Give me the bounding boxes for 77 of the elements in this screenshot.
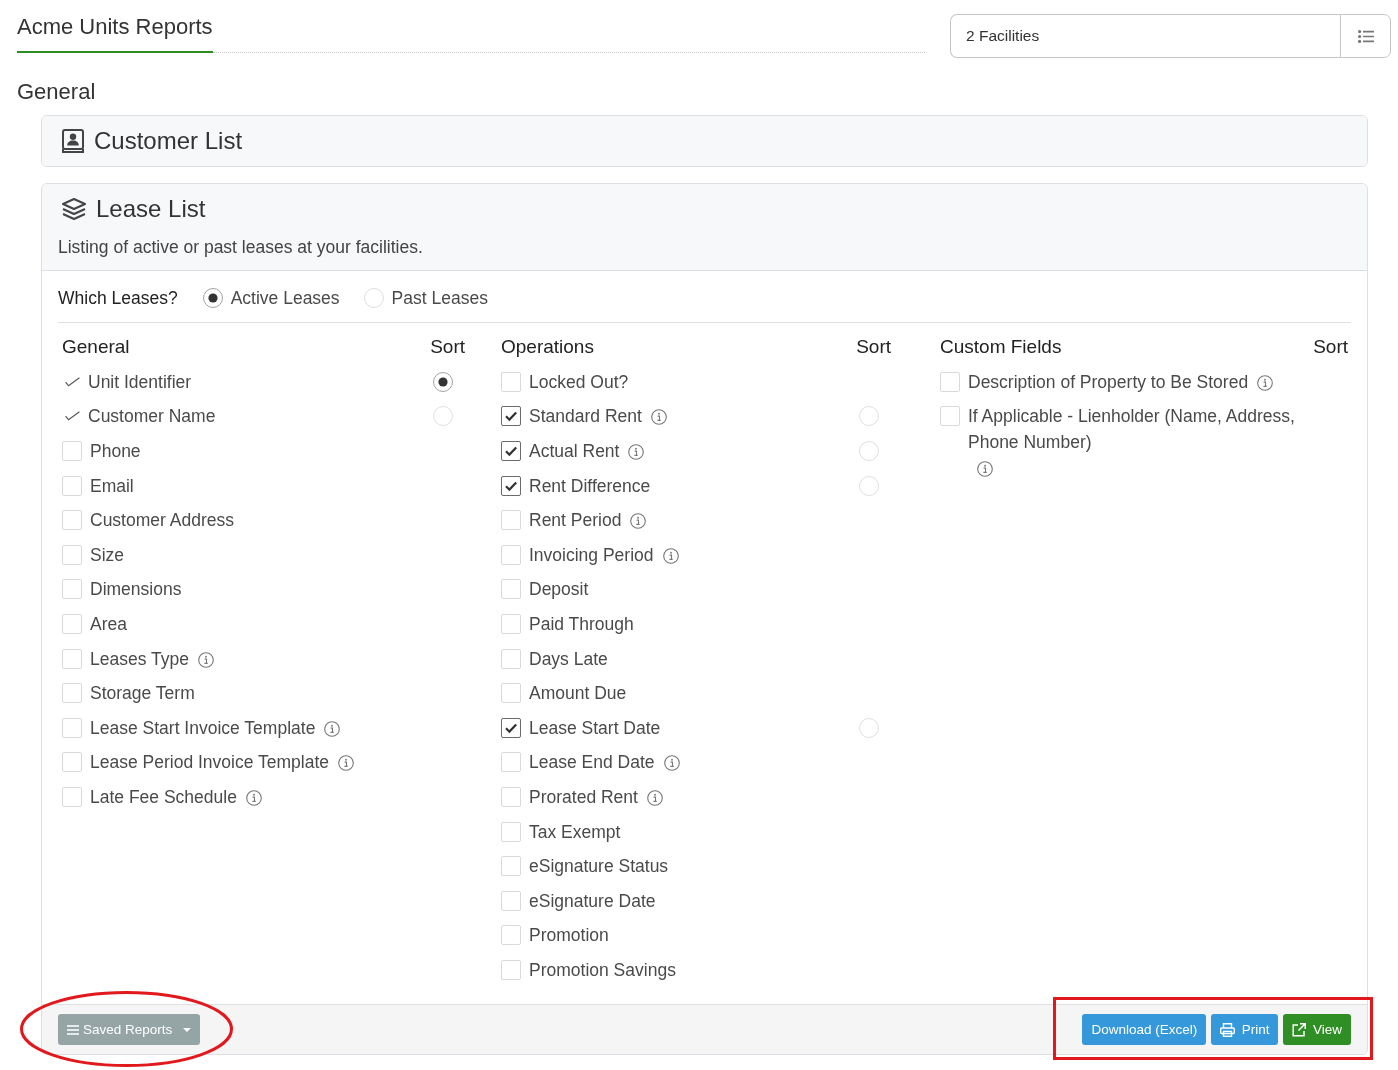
info-icon[interactable] [663, 755, 680, 772]
info-icon[interactable] [628, 444, 645, 461]
printer-icon [1219, 1022, 1235, 1037]
field-label[interactable]: eSignature Status [529, 853, 669, 880]
field-label[interactable]: Dimensions [90, 576, 182, 603]
field-label[interactable]: Lease Start Date [529, 714, 661, 741]
info-icon[interactable] [338, 755, 354, 772]
section-title: General [17, 78, 97, 106]
radio-label[interactable]: Past Leases [391, 285, 488, 311]
check-icon [65, 411, 80, 422]
report-title[interactable]: Lease List [96, 194, 206, 224]
info-icon[interactable] [977, 461, 993, 478]
report-description: Listing of active or past leases at your facilities. [58, 236, 424, 259]
field-label[interactable]: Customer Address [90, 507, 234, 534]
field-label[interactable]: Promotion Savings [529, 957, 676, 983]
field-label[interactable]: Lease End Date [529, 749, 655, 776]
external-link-icon [1291, 1022, 1306, 1037]
checkbox[interactable] [501, 441, 521, 462]
info-icon[interactable] [662, 547, 679, 564]
field-label[interactable]: Lease Start Invoice Template [90, 714, 316, 741]
facility-list-button[interactable] [1340, 14, 1391, 58]
field-label[interactable]: Amount Due [529, 680, 627, 707]
list-icon [1357, 29, 1374, 43]
column-heading: General [62, 335, 130, 360]
radio-label[interactable]: Active Leases [230, 285, 340, 311]
checkbox[interactable] [501, 406, 521, 427]
action-button[interactable]: View [1282, 1014, 1351, 1046]
column-heading: Sort [430, 335, 465, 360]
field-label[interactable]: Rent Period [529, 507, 622, 534]
column-heading: Custom Fields [940, 335, 1062, 360]
info-icon[interactable] [197, 651, 214, 668]
field-label[interactable]: Customer Name [88, 403, 216, 430]
column-heading: Sort [1313, 335, 1348, 360]
field-label[interactable]: Phone [90, 438, 141, 465]
column-heading: Operations [501, 335, 594, 360]
field-label[interactable]: Days Late [529, 645, 608, 672]
field-label[interactable]: If Applicable - Lienholder (Name, Address, Phone Number) [968, 403, 1313, 456]
field-label[interactable]: Email [90, 472, 134, 499]
field-label[interactable]: Size [90, 541, 125, 568]
checkbox[interactable] [501, 475, 521, 496]
field-label[interactable]: Unit Identifier [88, 368, 192, 395]
field-label[interactable]: Locked Out? [529, 368, 629, 395]
field-label[interactable]: Lease Period Invoice Template [90, 749, 329, 776]
info-icon[interactable] [245, 790, 262, 806]
field-label[interactable]: Invoicing Period [529, 541, 654, 568]
field-label[interactable]: Description of Property to Be Stored [968, 368, 1249, 395]
field-label[interactable]: Rent Difference [529, 472, 651, 499]
layers-icon [62, 198, 86, 220]
field-label[interactable]: Leases Type [90, 645, 189, 672]
field-label[interactable]: Late Fee Schedule [90, 784, 237, 810]
info-icon[interactable] [1257, 374, 1274, 391]
info-icon[interactable] [630, 513, 647, 530]
radio-button[interactable] [202, 288, 223, 308]
info-icon[interactable] [650, 409, 667, 426]
page-title: Acme Units Reports [17, 0, 213, 53]
caret-icon [183, 1027, 192, 1032]
radio-button[interactable] [433, 371, 453, 392]
field-label[interactable]: Paid Through [529, 611, 634, 638]
checkbox[interactable] [501, 717, 521, 738]
contact-card-icon [62, 129, 84, 153]
column-heading: Sort [856, 335, 891, 360]
field-label[interactable]: Deposit [529, 576, 589, 603]
report-title[interactable]: Customer List [94, 126, 243, 156]
question-label: Which Leases? [58, 287, 178, 310]
field-label[interactable]: eSignature Date [529, 887, 656, 914]
field-label[interactable]: Standard Rent [529, 403, 642, 430]
field-label[interactable]: Tax Exempt [529, 818, 621, 845]
field-label[interactable]: Storage Term [90, 680, 195, 707]
field-label[interactable]: Actual Rent [529, 438, 620, 465]
info-icon[interactable] [646, 790, 663, 806]
field-label[interactable]: Promotion [529, 922, 609, 949]
check-icon [65, 376, 80, 387]
info-icon[interactable] [324, 720, 341, 737]
menu-icon [67, 1024, 79, 1035]
facilities-field[interactable]: 2 Facilities [950, 14, 1340, 58]
field-label[interactable]: Area [90, 611, 127, 638]
field-label[interactable]: Prorated Rent [529, 784, 638, 810]
